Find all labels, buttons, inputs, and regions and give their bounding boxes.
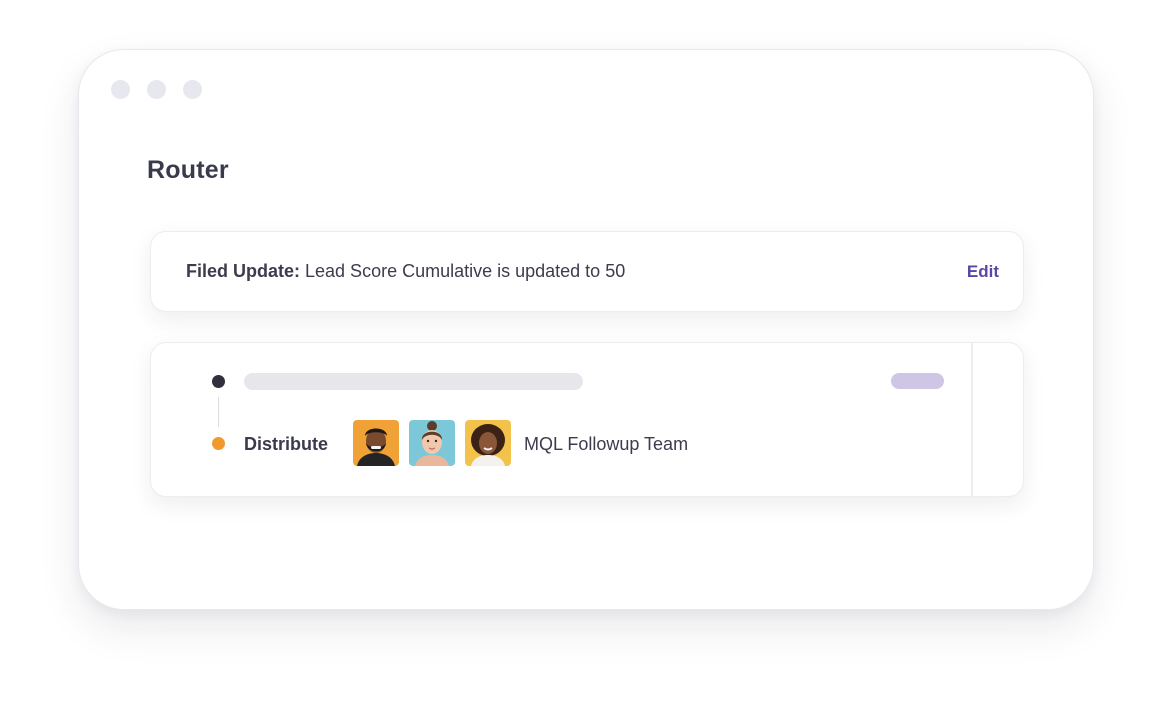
window-dot-close[interactable] bbox=[111, 80, 130, 99]
avatar[interactable] bbox=[409, 420, 455, 466]
team-name: MQL Followup Team bbox=[524, 434, 689, 454]
window-controls bbox=[111, 80, 202, 99]
skeleton-pill bbox=[891, 373, 944, 389]
avatar-woman-bun-icon bbox=[409, 420, 455, 466]
flow-connector bbox=[218, 397, 219, 427]
avatar-group bbox=[353, 420, 511, 466]
field-update-label: Filed Update: bbox=[186, 261, 301, 281]
skeleton-bar bbox=[244, 373, 583, 390]
app-window: Router Filed Update: Lead Score Cumulati… bbox=[78, 49, 1094, 610]
field-update-card: Filed Update: Lead Score Cumulative is u… bbox=[150, 231, 1024, 312]
avatar[interactable] bbox=[465, 420, 511, 466]
window-dot-maximize[interactable] bbox=[183, 80, 202, 99]
avatar-man-beard-icon bbox=[353, 420, 399, 466]
distribute-label: Distribute bbox=[244, 434, 329, 454]
field-update-text: Filed Update: Lead Score Cumulative is u… bbox=[186, 261, 625, 282]
flow-node-distribute bbox=[212, 437, 225, 450]
avatar-woman-curly-icon bbox=[465, 420, 511, 466]
route-card: Distribute MQL Followup Team bbox=[150, 342, 1024, 497]
edit-link[interactable]: Edit bbox=[967, 262, 999, 282]
flow-node-start bbox=[212, 375, 225, 388]
avatar[interactable] bbox=[353, 420, 399, 466]
stage: Router Filed Update: Lead Score Cumulati… bbox=[0, 0, 1172, 716]
field-update-description: Lead Score Cumulative is updated to 50 bbox=[300, 261, 626, 281]
route-divider bbox=[971, 343, 973, 496]
page-title: Router bbox=[147, 156, 229, 184]
window-dot-minimize[interactable] bbox=[147, 80, 166, 99]
